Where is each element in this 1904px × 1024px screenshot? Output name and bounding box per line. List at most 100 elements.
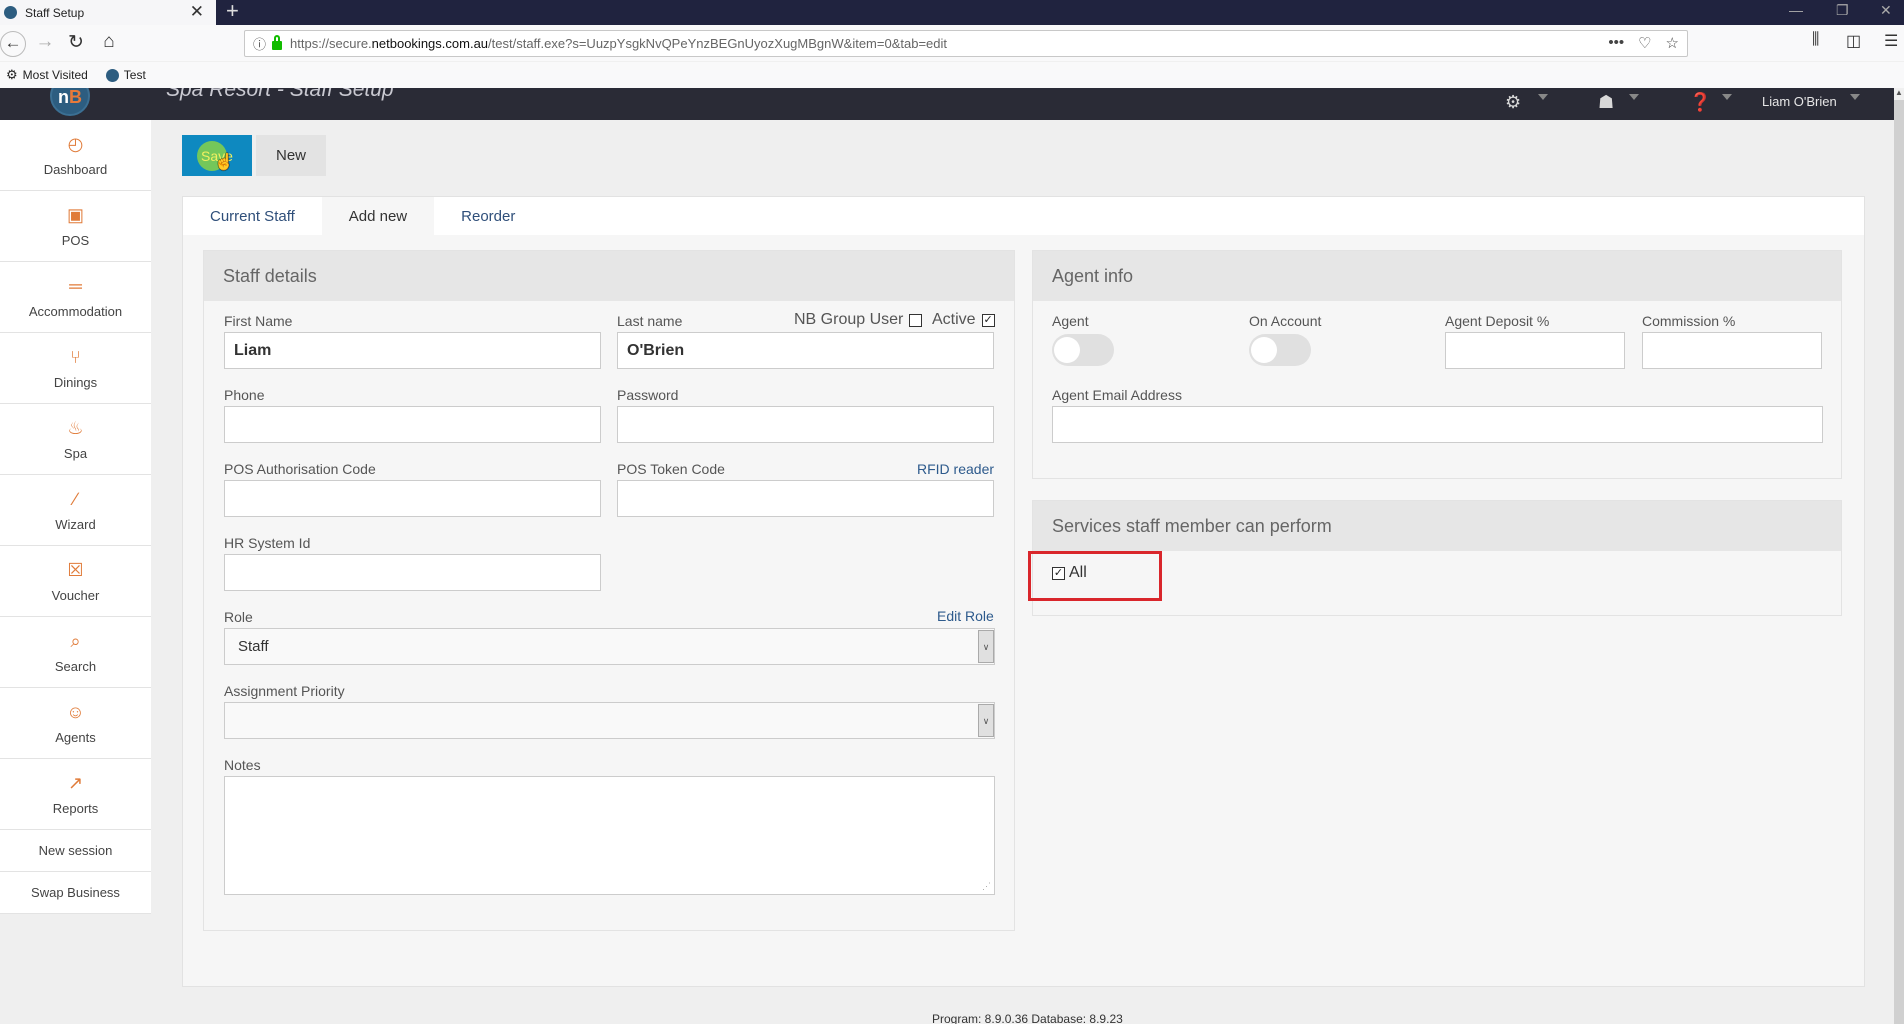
- menu-icon[interactable]: ☰: [1884, 31, 1898, 51]
- sidebar-toggle-icon[interactable]: ◫: [1846, 31, 1861, 51]
- resize-handle-icon[interactable]: ⋰: [982, 881, 991, 892]
- phone-label: Phone: [224, 387, 265, 403]
- pos-authorisation-code-field[interactable]: [224, 480, 601, 517]
- url-prefix: https://secure.: [290, 36, 372, 51]
- library-icon[interactable]: ⫼: [1812, 31, 1819, 49]
- bed-icon: ═: [69, 275, 82, 296]
- tab-add-new[interactable]: Add new: [321, 197, 435, 235]
- nb-group-user-checkbox[interactable]: NB Group User: [794, 311, 923, 329]
- user-icon[interactable]: ☗: [1598, 92, 1614, 113]
- checkbox-unchecked-icon[interactable]: [909, 313, 923, 327]
- bookmark-most-visited[interactable]: ⚙ Most Visited: [6, 67, 88, 83]
- sidebar-item-accommodation[interactable]: ═ Accommodation: [0, 262, 151, 333]
- back-arrow-icon[interactable]: ←: [0, 31, 26, 57]
- sidebar-item-label: POS: [61, 232, 90, 248]
- user-menu[interactable]: Liam O'Brien: [1762, 94, 1837, 109]
- sidebar-item-label: Search: [54, 658, 97, 674]
- new-button[interactable]: New: [256, 135, 326, 176]
- checkbox-checked-icon[interactable]: ✓: [1052, 566, 1065, 580]
- tab-bar: Current Staff Add new Reorder: [183, 197, 1864, 235]
- role-select[interactable]: Staff ∨: [224, 628, 995, 665]
- chevron-down-icon[interactable]: ∨: [978, 704, 994, 737]
- pos-token-code-label: POS Token Code: [617, 461, 725, 477]
- tab-reorder[interactable]: Reorder: [434, 197, 543, 235]
- bookmark-star-icon[interactable]: ☆: [1666, 34, 1679, 52]
- home-icon[interactable]: ⌂: [96, 31, 122, 53]
- chevron-down-icon[interactable]: [1629, 94, 1639, 100]
- page-title: Spa Resort - Staff Setup: [166, 88, 394, 101]
- sidebar-item-dashboard[interactable]: ◴ Dashboard: [0, 120, 151, 191]
- agent-person-icon: ☺: [66, 701, 85, 722]
- sidebar-item-new-session[interactable]: New session: [0, 830, 151, 872]
- chevron-down-icon[interactable]: ∨: [978, 630, 994, 663]
- save-button[interactable]: Save ☝: [182, 135, 252, 176]
- hr-system-id-field[interactable]: [224, 554, 601, 591]
- sidebar-item-swap-business[interactable]: Swap Business: [0, 872, 151, 914]
- sidebar-item-search[interactable]: ⌕ Search: [0, 617, 151, 688]
- hand-cursor-icon: ☝: [214, 154, 234, 171]
- magic-wand-icon: ∕: [73, 488, 77, 509]
- last-name-label: Last name: [617, 313, 683, 329]
- restore-icon[interactable]: ❐: [1836, 2, 1849, 19]
- assignment-priority-label: Assignment Priority: [224, 683, 345, 699]
- pos-token-code-field[interactable]: [617, 480, 994, 517]
- help-icon[interactable]: ❓: [1689, 92, 1711, 113]
- close-window-icon[interactable]: ✕: [1880, 2, 1892, 19]
- edit-role-link[interactable]: Edit Role: [937, 608, 994, 624]
- chart-trend-icon: ↗: [67, 772, 84, 793]
- password-field[interactable]: [617, 406, 994, 443]
- agent-deposit-field[interactable]: [1445, 332, 1625, 369]
- assignment-priority-select[interactable]: ∨: [224, 702, 995, 739]
- notes-textarea[interactable]: ⋰: [224, 776, 995, 895]
- chevron-down-icon[interactable]: [1722, 94, 1732, 100]
- sidebar-item-wizard[interactable]: ∕ Wizard: [0, 475, 151, 546]
- commission-field[interactable]: [1642, 332, 1822, 369]
- minimize-icon[interactable]: —: [1789, 2, 1803, 18]
- gear-icon: ⚙: [6, 67, 18, 82]
- agent-toggle[interactable]: [1052, 334, 1114, 366]
- chevron-down-icon[interactable]: [1850, 94, 1860, 100]
- pocket-icon[interactable]: ♡: [1638, 34, 1651, 52]
- settings-gears-icon[interactable]: ⚙: [1505, 92, 1521, 113]
- bookmark-test[interactable]: Test: [105, 68, 146, 82]
- first-name-field[interactable]: [224, 332, 601, 369]
- all-services-checkbox[interactable]: ✓ All: [1052, 564, 1087, 582]
- sidebar-item-pos[interactable]: ▣ POS: [0, 191, 151, 262]
- checkbox-checked-icon[interactable]: ✓: [981, 313, 995, 327]
- sidebar-item-spa[interactable]: ♨ Spa: [0, 404, 151, 475]
- browser-tab[interactable]: Staff Setup ✕: [0, 0, 216, 25]
- new-tab-icon[interactable]: +: [226, 0, 239, 24]
- scroll-up-icon[interactable]: ▲: [1894, 88, 1904, 100]
- pos-terminal-icon: ▣: [66, 204, 84, 225]
- sidebar-item-label: Spa: [63, 445, 88, 461]
- gift-icon: ☒: [67, 559, 84, 580]
- forward-arrow-icon[interactable]: →: [32, 31, 58, 53]
- page-scrollbar[interactable]: ▲: [1894, 88, 1904, 1024]
- on-account-toggle[interactable]: [1249, 334, 1311, 366]
- more-actions-icon[interactable]: •••: [1608, 34, 1624, 52]
- sidebar-item-voucher[interactable]: ☒ Voucher: [0, 546, 151, 617]
- sidebar-item-agents[interactable]: ☺ Agents: [0, 688, 151, 759]
- sidebar-item-reports[interactable]: ↗ Reports: [0, 759, 151, 830]
- url-bar[interactable]: ⓘ https://secure. netbookings.com.au/test…: [244, 30, 1688, 57]
- active-checkbox[interactable]: Active ✓: [932, 311, 995, 329]
- info-icon[interactable]: ⓘ: [253, 34, 266, 53]
- massage-icon: ♨: [67, 417, 84, 438]
- phone-field[interactable]: [224, 406, 601, 443]
- agent-email-field[interactable]: [1052, 406, 1823, 443]
- sidebar-item-dinings[interactable]: ⑂ Dinings: [0, 333, 151, 404]
- dining-icon: ⑂: [70, 346, 81, 367]
- last-name-field[interactable]: [617, 332, 994, 369]
- agent-email-label: Agent Email Address: [1052, 387, 1182, 403]
- agent-label: Agent: [1052, 313, 1089, 329]
- chevron-down-icon[interactable]: [1538, 94, 1548, 100]
- close-tab-icon[interactable]: ✕: [190, 2, 204, 22]
- rfid-reader-link[interactable]: RFID reader: [917, 461, 994, 477]
- sidebar: ◴ Dashboard ▣ POS ═ Accommodation ⑂ Dinings …: [0, 120, 151, 1024]
- sidebar-item-label: Voucher: [51, 587, 100, 603]
- bookmarks-bar: ⚙ Most Visited Test: [0, 62, 1904, 88]
- notes-label: Notes: [224, 757, 261, 773]
- reload-icon[interactable]: ↻: [63, 31, 89, 54]
- app-logo[interactable]: nB: [50, 88, 90, 116]
- tab-current-staff[interactable]: Current Staff: [183, 197, 322, 235]
